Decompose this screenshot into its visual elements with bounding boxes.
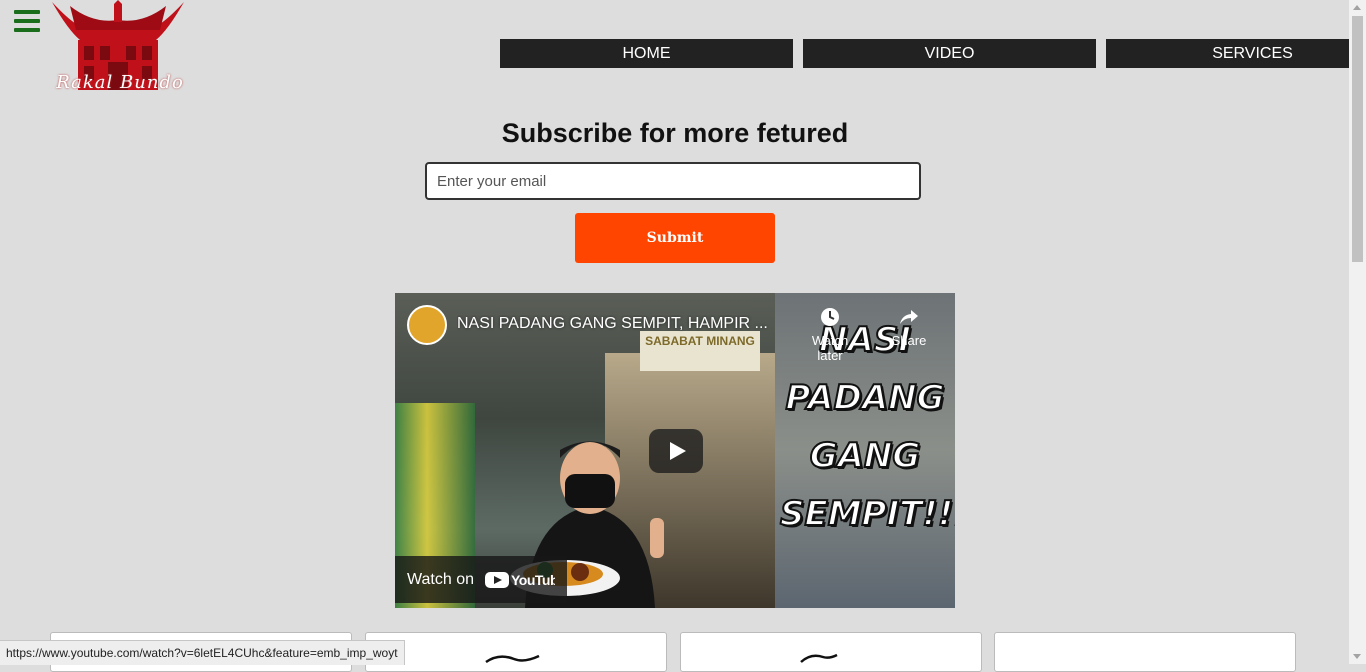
hamburger-bar bbox=[14, 10, 40, 14]
play-button-icon[interactable] bbox=[649, 429, 703, 473]
hamburger-bar bbox=[14, 19, 40, 23]
card-sketch-icon bbox=[485, 654, 540, 663]
caption-line: GANG bbox=[809, 435, 922, 477]
link-status-bar: https://www.youtube.com/watch?v=6letEL4C… bbox=[0, 640, 405, 665]
hamburger-menu-icon[interactable] bbox=[14, 10, 40, 32]
watch-on-youtube-button[interactable]: Watch on YouTube bbox=[395, 556, 567, 603]
scrollbar-thumb[interactable] bbox=[1352, 16, 1363, 262]
clock-icon bbox=[821, 308, 839, 326]
watch-later-label: Watch later bbox=[811, 333, 849, 363]
youtube-embed[interactable]: SABABAT MINANG NASI PADANG GANG SEMPIT!!… bbox=[395, 293, 955, 608]
hamburger-bar bbox=[14, 28, 40, 32]
share-icon bbox=[900, 310, 918, 324]
feature-card[interactable] bbox=[680, 632, 982, 672]
nav-home-link[interactable]: HOME bbox=[500, 39, 793, 68]
share-label: Share bbox=[891, 333, 927, 348]
watch-later-button[interactable]: Watch later bbox=[800, 307, 860, 363]
share-button[interactable]: Share bbox=[879, 307, 939, 348]
scroll-down-arrow-icon[interactable] bbox=[1353, 654, 1361, 659]
subscribe-title: Subscribe for more fetured bbox=[501, 118, 849, 148]
logo-text: Rakal Bundo bbox=[56, 72, 184, 93]
caption-line: PADANG bbox=[784, 377, 945, 419]
video-title[interactable]: NASI PADANG GANG SEMPIT, HAMPIR ... bbox=[457, 315, 787, 333]
youtube-wordmark: YouTube bbox=[511, 572, 555, 588]
watch-on-label: Watch on bbox=[407, 571, 474, 588]
submit-button[interactable]: Submit bbox=[575, 213, 775, 263]
feature-card[interactable] bbox=[365, 632, 667, 672]
vertical-scrollbar[interactable] bbox=[1349, 0, 1366, 664]
nav-services-link[interactable]: SERVICES bbox=[1106, 39, 1366, 68]
video-thumbnail-sign: SABABAT MINANG bbox=[640, 331, 760, 371]
feature-card[interactable] bbox=[994, 632, 1296, 672]
channel-avatar[interactable] bbox=[407, 305, 447, 345]
nav-video-link[interactable]: VIDEO bbox=[803, 39, 1096, 68]
caption-line: SEMPIT!!! bbox=[779, 493, 955, 535]
scroll-up-arrow-icon[interactable] bbox=[1353, 5, 1361, 10]
youtube-logo-icon: YouTube bbox=[485, 572, 555, 588]
email-input[interactable] bbox=[425, 162, 921, 200]
card-sketch-icon bbox=[800, 653, 838, 663]
